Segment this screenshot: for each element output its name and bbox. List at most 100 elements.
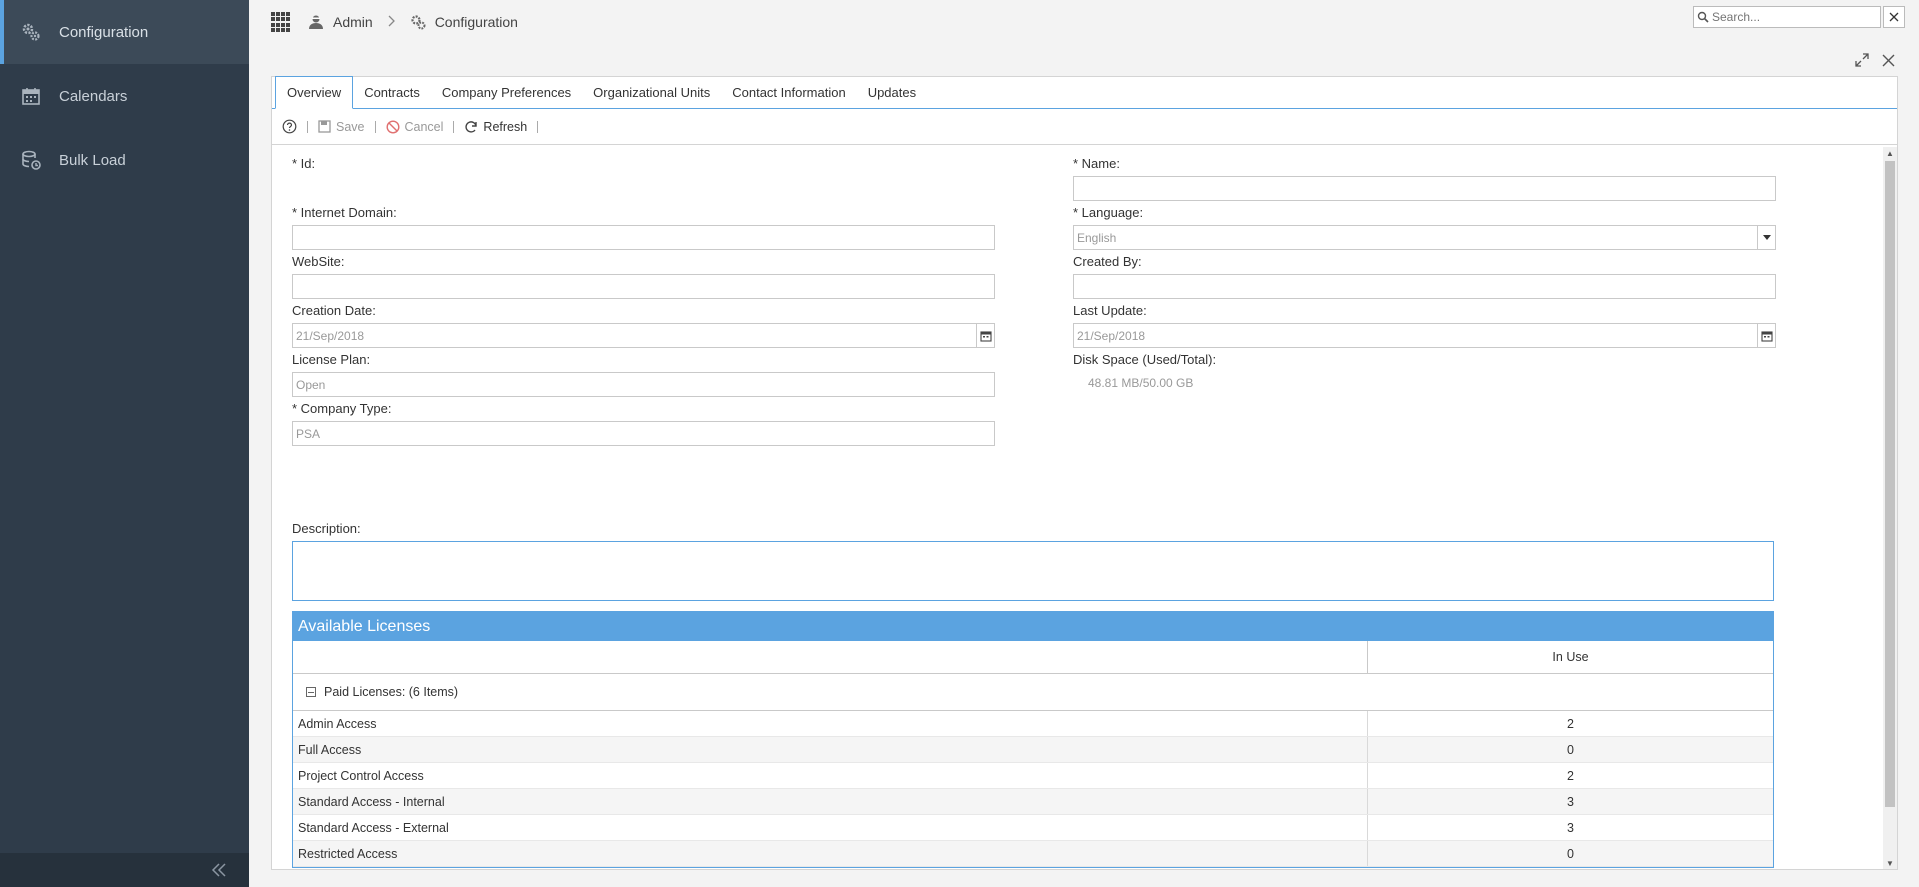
collapse-sidebar-icon[interactable] — [209, 860, 229, 880]
toolbar-divider — [453, 120, 455, 133]
sidebar-item-configuration[interactable]: Configuration — [0, 0, 249, 64]
collapse-group-icon[interactable] — [306, 687, 316, 697]
license-in-use: 0 — [1567, 742, 1574, 757]
table-row[interactable]: Standard Access - Internal 3 — [293, 789, 1773, 815]
calendar-icon — [20, 85, 42, 107]
sidebar-footer — [0, 853, 249, 887]
clear-search-icon[interactable] — [1883, 6, 1905, 28]
tab-company-preferences[interactable]: Company Preferences — [431, 76, 582, 108]
id-label: * Id: — [292, 156, 316, 171]
overview-form: * Id: * Internet Domain: WebSite: Creati… — [272, 147, 1877, 869]
refresh-icon — [464, 120, 478, 134]
language-select[interactable]: English — [1073, 225, 1776, 250]
refresh-button[interactable]: Refresh — [464, 120, 527, 134]
creation-date-label: Creation Date: — [292, 303, 376, 318]
sidebar-item-calendars[interactable]: Calendars — [0, 64, 249, 128]
cancel-button[interactable]: Cancel — [385, 119, 444, 134]
company-type-label: * Company Type: — [292, 401, 392, 416]
license-plan-label: License Plan: — [292, 352, 371, 367]
save-button[interactable]: Save — [318, 120, 365, 134]
license-in-use: 2 — [1567, 768, 1574, 783]
calendar-icon[interactable] — [1757, 324, 1775, 347]
creation-date-field[interactable]: 21/Sep/2018 — [292, 323, 995, 348]
app-launcher-icon[interactable] — [271, 12, 291, 32]
toolbar-divider — [374, 120, 376, 133]
cancel-label: Cancel — [404, 119, 444, 134]
window-controls — [1853, 51, 1897, 69]
scrollbar-thumb[interactable] — [1885, 161, 1895, 807]
search-icon — [1697, 11, 1709, 23]
company-type-field[interactable]: PSA — [292, 421, 995, 446]
save-label: Save — [336, 119, 365, 134]
sidebar-item-label: Calendars — [59, 87, 128, 105]
language-label: * Language: — [1073, 205, 1144, 220]
search-box — [1693, 6, 1881, 28]
toolbar-divider — [307, 120, 308, 133]
scroll-up-icon[interactable]: ▲ — [1883, 147, 1897, 159]
license-name: Full Access — [293, 737, 1368, 762]
description-field[interactable] — [292, 541, 1774, 601]
license-in-use: 2 — [1567, 716, 1574, 731]
licenses-title: Available Licenses — [293, 612, 1773, 641]
table-row[interactable]: Standard Access - External 3 — [293, 815, 1773, 841]
website-label: WebSite: — [292, 254, 345, 269]
search-input[interactable] — [1712, 10, 1862, 24]
close-icon[interactable] — [1879, 51, 1897, 69]
breadcrumb-configuration: Configuration — [434, 14, 518, 30]
name-field[interactable] — [1073, 176, 1776, 201]
license-plan-field[interactable]: Open — [292, 372, 995, 397]
table-row[interactable]: Restricted Access 0 — [293, 841, 1773, 867]
chevron-down-icon[interactable] — [1757, 226, 1775, 249]
available-licenses-grid: Available Licenses In Use Paid Licenses:… — [292, 611, 1774, 868]
sidebar-item-bulk-load[interactable]: Bulk Load — [0, 128, 249, 192]
disk-space-value: 48.81 MB/50.00 GB — [1088, 376, 1194, 390]
sidebar: Configuration Calendars Bulk Load — [0, 0, 249, 887]
created-by-label: Created By: — [1073, 254, 1142, 269]
main-panel: Overview Contracts Company Preferences O… — [271, 76, 1898, 870]
help-icon[interactable] — [282, 119, 297, 134]
last-update-field[interactable]: 21/Sep/2018 — [1073, 323, 1776, 348]
breadcrumb-admin[interactable]: Admin — [333, 14, 373, 30]
toolbar: Save Cancel Refresh — [272, 109, 1897, 145]
refresh-label: Refresh — [483, 119, 528, 134]
created-by-field[interactable] — [1073, 274, 1776, 299]
last-update-value: 21/Sep/2018 — [1077, 328, 1146, 343]
table-row[interactable]: Project Control Access 2 — [293, 763, 1773, 789]
tab-contracts[interactable]: Contracts — [353, 76, 431, 108]
license-in-use: 0 — [1567, 846, 1574, 861]
sidebar-item-label: Bulk Load — [59, 151, 126, 169]
paid-licenses-group: Paid Licenses: (6 Items) — [293, 674, 1773, 711]
license-name-column-header[interactable] — [293, 641, 1368, 673]
tab-overview[interactable]: Overview — [275, 76, 354, 109]
vertical-scrollbar[interactable]: ▲ ▼ — [1883, 147, 1897, 869]
tab-contact-information[interactable]: Contact Information — [721, 76, 856, 108]
license-name: Admin Access — [293, 711, 1368, 736]
description-label: Description: — [292, 521, 361, 536]
tab-organizational-units[interactable]: Organizational Units — [582, 76, 721, 108]
sidebar-item-label: Configuration — [59, 23, 149, 41]
internet-domain-field[interactable] — [292, 225, 995, 250]
licenses-header-row: In Use — [293, 641, 1773, 674]
database-icon — [20, 149, 42, 171]
website-field[interactable] — [292, 274, 995, 299]
disk-space-label: Disk Space (Used/Total): — [1073, 352, 1217, 367]
gear-config-icon — [20, 21, 42, 43]
table-row[interactable]: Admin Access 2 — [293, 711, 1773, 737]
internet-domain-label: * Internet Domain: — [292, 205, 397, 220]
scroll-down-icon[interactable]: ▼ — [1883, 857, 1897, 869]
gear-config-icon — [409, 13, 427, 31]
table-row[interactable]: Full Access 0 — [293, 737, 1773, 763]
top-bar: Admin Configuration — [249, 0, 1919, 44]
tab-bar: Overview Contracts Company Preferences O… — [272, 76, 1897, 109]
in-use-column-header[interactable]: In Use — [1368, 641, 1773, 673]
name-label: * Name: — [1073, 156, 1120, 171]
license-in-use: 3 — [1567, 794, 1574, 809]
save-icon — [318, 120, 331, 133]
calendar-icon[interactable] — [976, 324, 994, 347]
cancel-icon — [385, 119, 400, 134]
license-name: Restricted Access — [293, 841, 1368, 866]
tab-updates[interactable]: Updates — [857, 76, 927, 108]
license-name: Standard Access - External — [293, 815, 1368, 840]
expand-icon[interactable] — [1853, 51, 1871, 69]
license-name: Project Control Access — [293, 763, 1368, 788]
